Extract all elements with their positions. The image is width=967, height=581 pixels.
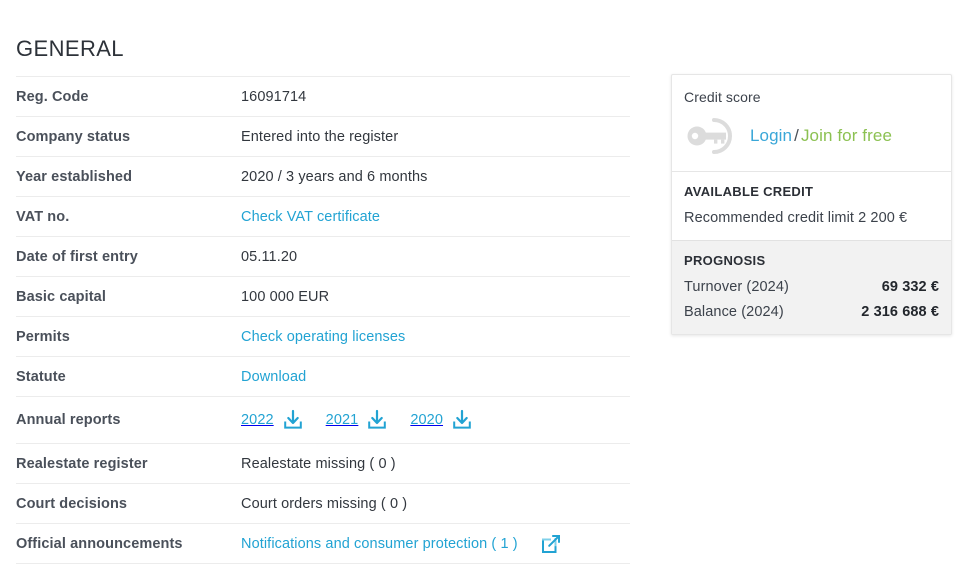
annual-report-year: 2020: [410, 412, 444, 428]
available-credit-heading: AVAILABLE CREDIT: [684, 184, 814, 199]
prognosis-label: Turnover (2024): [684, 279, 789, 295]
row-label: Date of first entry: [16, 248, 138, 265]
annual-report-year: 2022: [241, 412, 274, 428]
prognosis-value: 2 316 688 €: [861, 304, 939, 320]
annual-report-download-2021[interactable]: 2021: [326, 409, 389, 431]
external-link-icon[interactable]: [540, 533, 562, 555]
general-info-table: Reg. Code 16091714 Company status Entered i…: [16, 76, 630, 564]
row-value: Download: [241, 357, 630, 397]
row-value-link[interactable]: Check VAT certificate: [241, 209, 380, 225]
available-credit-section: AVAILABLE CREDIT Recommended credit limi…: [672, 172, 951, 241]
login-join-text: Login / Join for free: [750, 126, 892, 146]
join-for-free-link[interactable]: Join for free: [801, 126, 892, 145]
page-root: GENERAL Reg. Code 16091714 Company status E…: [0, 0, 967, 581]
row-value: Notifications and consumer protection ( …: [241, 524, 630, 564]
table-row: Date of first entry 05.11.20: [16, 236, 630, 277]
row-value: 16091714: [241, 88, 307, 105]
general-section: GENERAL Reg. Code 16091714 Company status E…: [16, 36, 630, 564]
table-row: Year established 2020 / 3 years and 6 mon…: [16, 156, 630, 197]
row-label: Official announcements: [16, 535, 183, 552]
row-label: Annual reports: [16, 412, 121, 428]
row-value: 2022 2021 2020: [241, 397, 630, 444]
download-icon[interactable]: [366, 409, 388, 431]
prognosis-label: Balance (2024): [684, 304, 784, 320]
credit-score-title: Credit score: [684, 89, 761, 105]
row-label: Statute: [16, 368, 66, 385]
download-icon[interactable]: [282, 409, 304, 431]
annual-reports-list: 2022 2021 2020: [241, 409, 630, 431]
annual-report-download-2022[interactable]: 2022: [241, 409, 304, 431]
download-icon[interactable]: [451, 409, 473, 431]
annual-report-year: 2021: [325, 412, 359, 428]
row-value-link[interactable]: Check operating licenses: [241, 329, 405, 345]
prognosis-value: 69 332 €: [881, 279, 939, 295]
table-row: Basic capital 100 000 EUR: [16, 276, 630, 317]
annual-report-download-2020[interactable]: 2020: [410, 409, 473, 431]
prognosis-section: PROGNOSIS Turnover (2024) 69 332 € Balance…: [672, 241, 951, 334]
row-value: 2020 / 3 years and 6 months: [241, 168, 428, 185]
login-join-separator: /: [794, 126, 799, 145]
row-value: Check operating licenses: [241, 317, 630, 357]
table-row: VAT no. Check VAT certificate: [16, 196, 630, 237]
page-title: GENERAL: [16, 36, 124, 61]
row-value: Realestate missing ( 0 ): [241, 455, 396, 472]
prognosis-row: Turnover (2024) 69 332 €: [684, 279, 939, 295]
table-row: Reg. Code 16091714: [16, 76, 630, 117]
row-value: Check VAT certificate: [241, 197, 630, 237]
recommended-credit-limit: Recommended credit limit 2 200 €: [684, 210, 908, 226]
row-value: Entered into the register: [241, 128, 399, 145]
row-label: Company status: [16, 128, 131, 145]
credit-score-header: Credit score Login / Join for free: [672, 75, 951, 172]
login-link[interactable]: Login: [750, 126, 792, 145]
key-icon: [684, 117, 740, 155]
official-announcements-value: Notifications and consumer protection ( …: [241, 533, 630, 555]
table-row: Permits Check operating licenses: [16, 316, 630, 357]
table-row: Official announcements Notifications and …: [16, 523, 630, 564]
row-label: Year established: [16, 168, 133, 185]
notifications-link[interactable]: Notifications and consumer protection ( …: [241, 536, 518, 552]
row-value: Court orders missing ( 0 ): [241, 495, 408, 512]
credit-score-card: Credit score Login / Join for free AVAIL…: [671, 74, 952, 335]
row-label: Reg. Code: [16, 88, 89, 105]
row-label: Basic capital: [16, 288, 106, 305]
table-row: Realestate register Realestate missing ( …: [16, 443, 630, 484]
table-row: Statute Download: [16, 356, 630, 397]
row-label: Realestate register: [16, 455, 148, 472]
prognosis-heading: PROGNOSIS: [684, 253, 766, 268]
row-value-link[interactable]: Download: [241, 369, 306, 385]
row-value: 100 000 EUR: [241, 288, 330, 305]
row-label: Court decisions: [16, 495, 128, 512]
table-row: Company status Entered into the register: [16, 116, 630, 157]
row-value: 05.11.20: [241, 248, 298, 265]
table-row: Annual reports 2022 2021 2020: [16, 396, 630, 444]
login-row: Login / Join for free: [684, 117, 939, 159]
table-row: Court decisions Court orders missing ( 0 …: [16, 483, 630, 524]
row-label: Permits: [16, 328, 70, 345]
row-label: VAT no.: [16, 208, 70, 225]
prognosis-row: Balance (2024) 2 316 688 €: [684, 304, 939, 320]
